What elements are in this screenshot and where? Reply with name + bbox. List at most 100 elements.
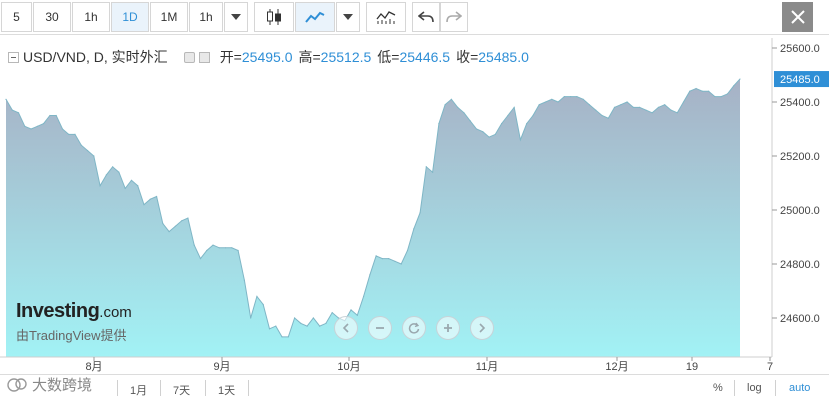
data-point bbox=[726, 93, 729, 95]
data-point bbox=[281, 336, 283, 338]
data-point bbox=[137, 185, 139, 187]
interval-1m-button[interactable]: 1M bbox=[150, 2, 188, 32]
data-point bbox=[469, 120, 471, 122]
data-point bbox=[112, 166, 114, 168]
data-point bbox=[224, 247, 227, 249]
data-point bbox=[507, 114, 509, 117]
data-point bbox=[36, 125, 38, 127]
x-tick-label: 7 bbox=[767, 361, 773, 373]
data-point bbox=[613, 106, 616, 108]
data-point bbox=[620, 104, 622, 106]
watermark-logo-icon bbox=[7, 377, 27, 392]
indicators-icon bbox=[376, 11, 396, 24]
close-value: 25485.0 bbox=[478, 49, 529, 65]
data-point bbox=[49, 114, 51, 117]
data-point bbox=[149, 198, 151, 200]
data-point bbox=[275, 325, 277, 327]
log-scale-button[interactable]: log bbox=[747, 382, 762, 394]
area-type-button[interactable] bbox=[295, 2, 335, 32]
last-price-badge: 25485.0 bbox=[774, 71, 829, 88]
data-point bbox=[419, 212, 421, 214]
data-point bbox=[582, 98, 584, 100]
symbol-title: USD/VND, D, 实时外汇 bbox=[23, 49, 168, 65]
data-point bbox=[362, 295, 365, 297]
interval-5-button[interactable]: 5 bbox=[1, 2, 32, 32]
candlestick-type-button[interactable] bbox=[254, 2, 294, 32]
range-1d-button[interactable]: 1天 bbox=[218, 382, 235, 398]
data-point bbox=[739, 78, 741, 80]
scroll-left-button[interactable] bbox=[334, 316, 358, 340]
eye-icon[interactable] bbox=[183, 51, 195, 63]
indicators-button[interactable] bbox=[366, 2, 406, 32]
investing-logo[interactable]: Investing.com 由TradingView提供 bbox=[16, 300, 132, 344]
data-point bbox=[118, 171, 120, 173]
separator bbox=[734, 380, 735, 396]
separator bbox=[205, 380, 206, 396]
x-tick-label: 19 bbox=[686, 361, 698, 373]
redo-button[interactable] bbox=[440, 2, 468, 32]
data-point bbox=[588, 104, 591, 106]
undo-button[interactable] bbox=[412, 2, 440, 32]
data-point bbox=[325, 322, 327, 324]
data-point bbox=[237, 249, 239, 252]
data-point bbox=[168, 231, 170, 233]
zoom-in-button[interactable] bbox=[436, 316, 460, 340]
data-point bbox=[657, 106, 660, 108]
percent-scale-button[interactable]: % bbox=[713, 382, 723, 394]
data-point bbox=[708, 90, 710, 92]
data-point bbox=[444, 104, 446, 106]
high-value: 25512.5 bbox=[320, 49, 372, 65]
data-point bbox=[645, 109, 647, 111]
data-point bbox=[187, 217, 189, 219]
x-tick-label: 10月 bbox=[337, 361, 360, 373]
data-point bbox=[682, 101, 685, 103]
data-point bbox=[174, 225, 176, 227]
interval-1h-alt-button[interactable]: 1h bbox=[189, 2, 223, 32]
data-point bbox=[381, 258, 384, 260]
data-point bbox=[30, 128, 32, 130]
data-point bbox=[331, 312, 333, 314]
data-point bbox=[570, 96, 572, 98]
interval-30-button[interactable]: 30 bbox=[33, 2, 71, 32]
zoom-out-button[interactable] bbox=[368, 316, 392, 340]
price-chart[interactable]: 25600.0 25400.0 25200.0 25000.0 24800.0 24600… bbox=[0, 35, 829, 402]
data-point bbox=[388, 258, 390, 260]
separator bbox=[117, 380, 118, 396]
data-point bbox=[632, 106, 634, 108]
chevron-down-icon bbox=[343, 14, 353, 20]
data-point bbox=[262, 303, 264, 306]
watermark-text: 大数跨境 bbox=[32, 377, 93, 394]
interval-1d-button[interactable]: 1D bbox=[111, 2, 149, 32]
interval-dropdown-button[interactable] bbox=[224, 2, 248, 32]
data-point bbox=[375, 255, 377, 257]
data-point bbox=[268, 328, 271, 330]
data-point bbox=[538, 104, 540, 106]
data-point bbox=[394, 260, 396, 262]
settings-icon[interactable] bbox=[198, 51, 210, 63]
time-axis[interactable]: 8月 9月 10月 11月 12月 19 7 bbox=[85, 357, 773, 373]
range-7d-button[interactable]: 7天 bbox=[173, 382, 190, 398]
data-point bbox=[99, 185, 101, 187]
interval-1h-button[interactable]: 1h bbox=[72, 2, 110, 32]
scroll-right-button[interactable] bbox=[470, 316, 494, 340]
reset-icon bbox=[408, 322, 420, 334]
data-point bbox=[664, 104, 666, 106]
range-1m-button[interactable]: 1月 bbox=[130, 382, 147, 398]
data-point bbox=[93, 155, 95, 157]
auto-scale-button[interactable]: auto bbox=[789, 382, 810, 394]
separator bbox=[775, 380, 776, 396]
bottom-toolbar: 1月 7天 1天 % log auto bbox=[0, 374, 829, 402]
data-point bbox=[475, 128, 478, 130]
reset-button[interactable] bbox=[402, 316, 426, 340]
separator bbox=[248, 380, 249, 396]
close-button[interactable] bbox=[782, 2, 813, 32]
data-point bbox=[488, 136, 490, 138]
collapse-legend-icon[interactable] bbox=[8, 51, 19, 63]
data-point bbox=[256, 295, 258, 297]
data-point bbox=[425, 166, 427, 168]
data-point bbox=[243, 279, 245, 281]
data-point bbox=[576, 96, 578, 98]
close-label: 收= bbox=[456, 49, 479, 65]
data-point bbox=[250, 317, 252, 319]
chart-type-dropdown-button[interactable] bbox=[336, 2, 360, 32]
